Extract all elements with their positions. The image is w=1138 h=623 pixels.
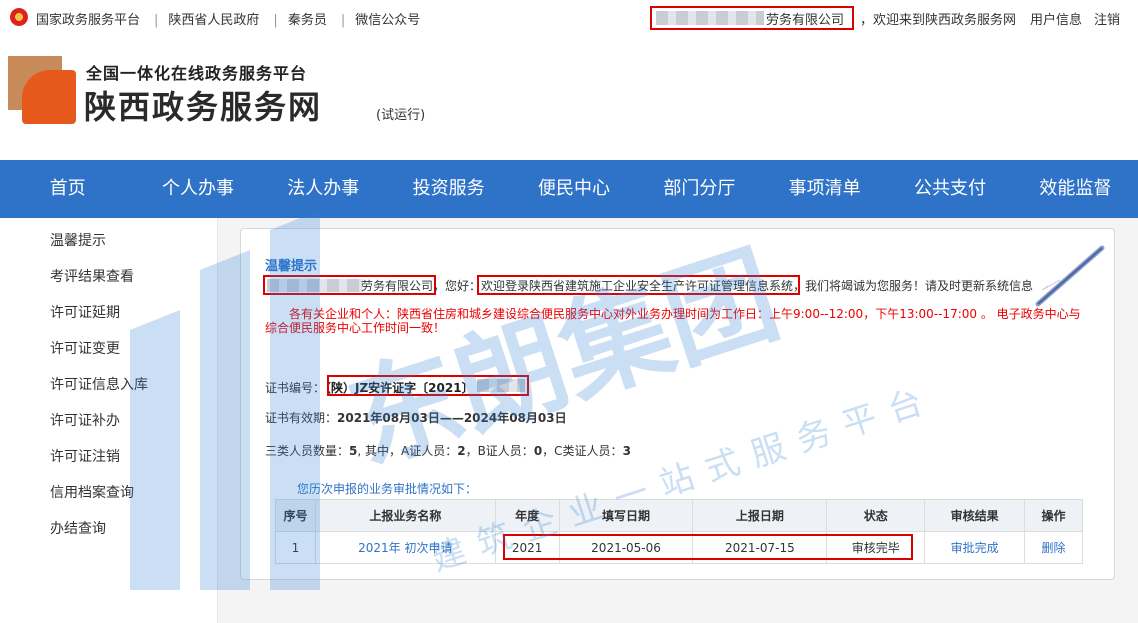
nav-investment[interactable]: 投资服务 xyxy=(386,160,511,218)
site-logo-icon[interactable] xyxy=(8,56,76,124)
col-header-year: 年度 xyxy=(494,499,560,532)
panel-company-name: 劳务有限公司 xyxy=(361,279,434,293)
col-header-name: 上报业务名称 xyxy=(314,499,496,532)
nav-legal-entity[interactable]: 法人办事 xyxy=(261,160,386,218)
delete-link[interactable]: 删除 xyxy=(1024,531,1083,564)
sidebar-item-change[interactable]: 许可证变更 xyxy=(50,338,120,358)
staff-b-count: 0 xyxy=(533,444,543,458)
panel-heading: 温馨提示 xyxy=(265,259,318,274)
sidebar-item-storage[interactable]: 许可证信息入库 xyxy=(50,374,148,394)
staff-c-label: ，C类证人员： xyxy=(542,444,623,458)
nav-item-list[interactable]: 事项清单 xyxy=(762,160,887,218)
site-title[interactable]: 陕西政务服务网 xyxy=(84,82,322,128)
welcome-text: ，欢迎来到陕西政务服务网 xyxy=(860,13,1017,28)
pen-icon xyxy=(1035,245,1105,307)
nav-personal[interactable]: 个人办事 xyxy=(135,160,260,218)
top-link-wechat[interactable]: 微信公众号 xyxy=(355,13,420,28)
validity-line: 证书有效期：2021年08月03日——2024年08月03日 xyxy=(265,409,567,426)
staff-label: 三类人员数量： xyxy=(265,444,350,458)
top-bar: 国家政务服务平台 | 陕西省人民政府 | 秦务员 | 微信公众号 劳务有限公司 ，欢迎来到陕… xyxy=(0,0,1138,34)
col-header-fill-date: 填写日期 xyxy=(558,499,694,532)
main-content: 温馨提示 劳务有限公司，您好：欢迎登录陕西省建筑施工企业安全生产许可证管理信息系… xyxy=(218,218,1138,623)
staff-c-count: 3 xyxy=(622,444,631,458)
service-note: ，我们将竭诚为您服务！请及时更新系统信息 xyxy=(793,279,1034,293)
nav-convenience[interactable]: 便民中心 xyxy=(511,160,636,218)
redacted-company-prefix xyxy=(656,11,764,25)
top-link-shaanxi-gov[interactable]: 陕西省人民政府 xyxy=(168,13,259,28)
national-emblem-icon xyxy=(10,8,28,26)
top-right-links: ，欢迎来到陕西政务服务网 用户信息 注销 xyxy=(860,9,1132,28)
col-header-no: 序号 xyxy=(275,499,316,532)
redacted-cert-suffix xyxy=(477,379,525,392)
col-header-status: 状态 xyxy=(826,499,926,532)
staff-a-label: , 其中，A证人员： xyxy=(357,444,458,458)
sidebar-item-evaluation[interactable]: 考评结果查看 xyxy=(50,266,134,286)
system-name-highlight-box xyxy=(477,275,800,295)
greeting-text: ，您好： xyxy=(433,279,482,293)
table-header-row: 序号 上报业务名称 年度 填写日期 上报日期 状态 审核结果 操作 xyxy=(275,499,1083,532)
nav-supervision[interactable]: 效能监督 xyxy=(1013,160,1138,218)
cell-name-link[interactable]: 2021年 初次申请 xyxy=(314,531,496,564)
sidebar-item-completed[interactable]: 办结查询 xyxy=(50,518,106,538)
top-company-name: 劳务有限公司 xyxy=(766,13,845,28)
main-nav: 首页 个人办事 法人办事 投资服务 便民中心 部门分厅 事项清单 公共支付 效能… xyxy=(0,160,1138,218)
top-link-national-platform[interactable]: 国家政务服务平台 xyxy=(36,13,140,28)
logout-link[interactable]: 注销 xyxy=(1094,13,1120,28)
col-header-result: 审核结果 xyxy=(924,499,1026,532)
sidebar-item-reissue[interactable]: 许可证补办 xyxy=(50,410,120,430)
top-link-qinwuyuan[interactable]: 秦务员 xyxy=(288,13,327,28)
sidebar: 温馨提示 考评结果查看 许可证延期 许可证变更 许可证信息入库 许可证补办 许可… xyxy=(0,218,218,623)
staff-a-count: 2 xyxy=(457,444,466,458)
cell-result-link[interactable]: 审批完成 xyxy=(924,531,1026,564)
row-highlight-box xyxy=(503,534,913,560)
nav-public-payment[interactable]: 公共支付 xyxy=(887,160,1012,218)
sidebar-item-credit[interactable]: 信用档案查询 xyxy=(50,482,134,502)
trial-label: (试运行) xyxy=(376,108,426,123)
col-header-report-date: 上报日期 xyxy=(692,499,828,532)
working-hours-notice: 各有关企业和个人：陕西省住房和城乡建设综合便民服务中心对外业务办理时间为工作日：… xyxy=(265,307,1081,335)
nav-home[interactable]: 首页 xyxy=(0,160,135,218)
col-header-action: 操作 xyxy=(1024,499,1083,532)
cert-label: 证书编号： xyxy=(265,381,326,395)
sidebar-item-extension[interactable]: 许可证延期 xyxy=(50,302,120,322)
site-subtitle: 全国一体化在线政务服务平台 xyxy=(86,64,308,83)
site-header: 全国一体化在线政务服务平台 陕西政务服务网 (试运行) xyxy=(0,34,1138,160)
nav-departments[interactable]: 部门分厅 xyxy=(637,160,762,218)
validity-value: 2021年08月03日——2024年08月03日 xyxy=(337,411,567,425)
top-left-links: 国家政务服务平台 | 陕西省人民政府 | 秦务员 | 微信公众号 xyxy=(36,13,421,28)
sidebar-item-tips[interactable]: 温馨提示 xyxy=(50,230,106,250)
tips-panel: 温馨提示 劳务有限公司，您好：欢迎登录陕西省建筑施工企业安全生产许可证管理信息系… xyxy=(240,228,1115,580)
staff-count-line: 三类人员数量：5, 其中，A证人员：2，B证人员：0，C类证人员：3 xyxy=(265,442,631,459)
sidebar-item-cancel[interactable]: 许可证注销 xyxy=(50,446,120,466)
validity-label: 证书有效期： xyxy=(265,411,338,425)
user-info-link[interactable]: 用户信息 xyxy=(1030,13,1082,28)
staff-b-label: ，B证人员： xyxy=(465,444,534,458)
cell-no: 1 xyxy=(275,531,316,564)
history-title: 您历次申报的业务审批情况如下： xyxy=(297,482,478,496)
